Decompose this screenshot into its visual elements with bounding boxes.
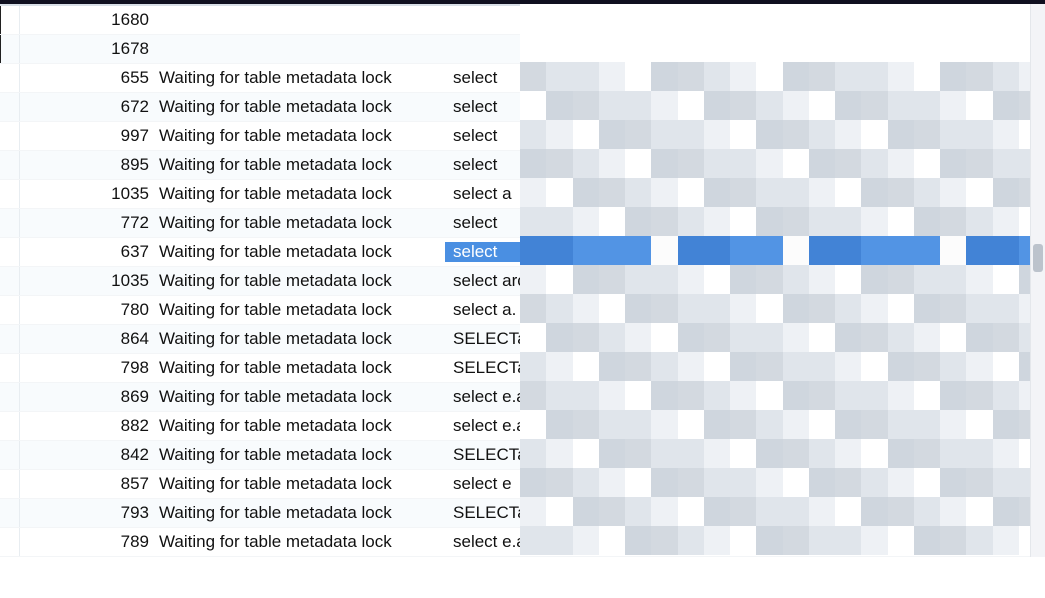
cell-time: 864	[20, 329, 155, 349]
table-row[interactable]: 1680	[0, 6, 1045, 35]
cell-time: 882	[20, 416, 155, 436]
cell-query: select	[445, 68, 1045, 88]
cell-time: 789	[20, 532, 155, 552]
cell-state: Waiting for table metadata lock	[155, 242, 445, 262]
table-row[interactable]: 997Waiting for table metadata lockselect	[0, 122, 1045, 151]
row-gutter	[0, 64, 20, 92]
table-row[interactable]: 637Waiting for table metadata lockselect	[0, 238, 1045, 267]
cell-query: select	[445, 97, 1045, 117]
row-gutter	[0, 470, 20, 498]
cell-state: Waiting for table metadata lock	[155, 184, 445, 204]
table-row[interactable]: 842Waiting for table metadata lockSELECT…	[0, 441, 1045, 470]
cell-query: select	[445, 213, 1045, 233]
cell-time: 637	[20, 242, 155, 262]
table-row[interactable]: 895Waiting for table metadata lockselect	[0, 151, 1045, 180]
cell-time: 772	[20, 213, 155, 233]
cell-state: Waiting for table metadata lock	[155, 300, 445, 320]
table-row[interactable]: 1678	[0, 35, 1045, 64]
cell-query: SELECTa	[445, 503, 1045, 523]
cell-time: 1678	[20, 39, 155, 59]
table-row[interactable]: 655Waiting for table metadata lockselect	[0, 64, 1045, 93]
table-row[interactable]: 780Waiting for table metadata lockselect…	[0, 296, 1045, 325]
cell-query: select	[445, 155, 1045, 175]
cell-query: select e.a	[445, 532, 1045, 552]
row-gutter	[0, 209, 20, 237]
cell-time: 1035	[20, 271, 155, 291]
cell-time: 857	[20, 474, 155, 494]
row-gutter	[0, 35, 20, 63]
cell-state: Waiting for table metadata lock	[155, 329, 445, 349]
cell-time: 997	[20, 126, 155, 146]
cell-time: 842	[20, 445, 155, 465]
cell-time: 793	[20, 503, 155, 523]
cell-state: Waiting for table metadata lock	[155, 532, 445, 552]
cell-query: SELECTa	[445, 445, 1045, 465]
table-row[interactable]: 772Waiting for table metadata lockselect	[0, 209, 1045, 238]
row-gutter	[0, 412, 20, 440]
row-gutter	[0, 296, 20, 324]
cell-time: 1680	[20, 10, 155, 30]
cell-state: Waiting for table metadata lock	[155, 474, 445, 494]
cell-state: Waiting for table metadata lock	[155, 387, 445, 407]
table-row[interactable]: 672Waiting for table metadata lockselect	[0, 93, 1045, 122]
table-row[interactable]: 793Waiting for table metadata lockSELECT…	[0, 499, 1045, 528]
cell-state: Waiting for table metadata lock	[155, 126, 445, 146]
cell-state: Waiting for table metadata lock	[155, 271, 445, 291]
cell-time: 869	[20, 387, 155, 407]
row-gutter	[0, 6, 20, 34]
scroll-thumb[interactable]	[1033, 244, 1043, 272]
cell-time: 798	[20, 358, 155, 378]
row-gutter	[0, 267, 20, 295]
cell-time: 655	[20, 68, 155, 88]
row-gutter	[0, 325, 20, 353]
cell-query: select	[445, 242, 1045, 262]
table-row[interactable]: 798Waiting for table metadata lockSELECT…	[0, 354, 1045, 383]
row-gutter	[0, 93, 20, 121]
row-gutter	[0, 151, 20, 179]
row-gutter	[0, 499, 20, 527]
table-row[interactable]: 1035Waiting for table metadata lockselec…	[0, 180, 1045, 209]
cell-query: SELECTa.i	[445, 329, 1045, 349]
row-gutter	[0, 238, 20, 266]
table-row[interactable]: 857Waiting for table metadata lockselect…	[0, 470, 1045, 499]
cell-query: select e.a	[445, 416, 1045, 436]
cell-time: 1035	[20, 184, 155, 204]
cell-time: 780	[20, 300, 155, 320]
row-gutter	[0, 180, 20, 208]
cell-query: select arca	[445, 271, 1045, 291]
cell-query: select e.a	[445, 387, 1045, 407]
row-gutter	[0, 528, 20, 556]
cell-query: select a	[445, 184, 1045, 204]
cell-query: select e	[445, 474, 1045, 494]
cell-state: Waiting for table metadata lock	[155, 155, 445, 175]
cell-state: Waiting for table metadata lock	[155, 68, 445, 88]
cell-time: 895	[20, 155, 155, 175]
cell-state: Waiting for table metadata lock	[155, 416, 445, 436]
cell-state: Waiting for table metadata lock	[155, 213, 445, 233]
vertical-scrollbar[interactable]	[1030, 4, 1045, 557]
table-row[interactable]: 864Waiting for table metadata lockSELECT…	[0, 325, 1045, 354]
cell-query: SELECTa.i	[445, 358, 1045, 378]
cell-state: Waiting for table metadata lock	[155, 358, 445, 378]
table-row[interactable]: 789Waiting for table metadata lockselect…	[0, 528, 1045, 557]
row-gutter	[0, 383, 20, 411]
cell-state: Waiting for table metadata lock	[155, 97, 445, 117]
cell-query: select	[445, 126, 1045, 146]
cell-state: Waiting for table metadata lock	[155, 445, 445, 465]
table-row[interactable]: 869Waiting for table metadata lockselect…	[0, 383, 1045, 412]
processlist-grid-viewport: 16801678655Waiting for table metadata lo…	[0, 0, 1045, 557]
row-gutter	[0, 122, 20, 150]
row-gutter	[0, 441, 20, 469]
cell-state: Waiting for table metadata lock	[155, 503, 445, 523]
table-row[interactable]: 882Waiting for table metadata lockselect…	[0, 412, 1045, 441]
table-row[interactable]: 1035Waiting for table metadata lockselec…	[0, 267, 1045, 296]
processlist-table[interactable]: 16801678655Waiting for table metadata lo…	[0, 6, 1045, 557]
cell-time: 672	[20, 97, 155, 117]
cell-query: select a.	[445, 300, 1045, 320]
row-gutter	[0, 354, 20, 382]
